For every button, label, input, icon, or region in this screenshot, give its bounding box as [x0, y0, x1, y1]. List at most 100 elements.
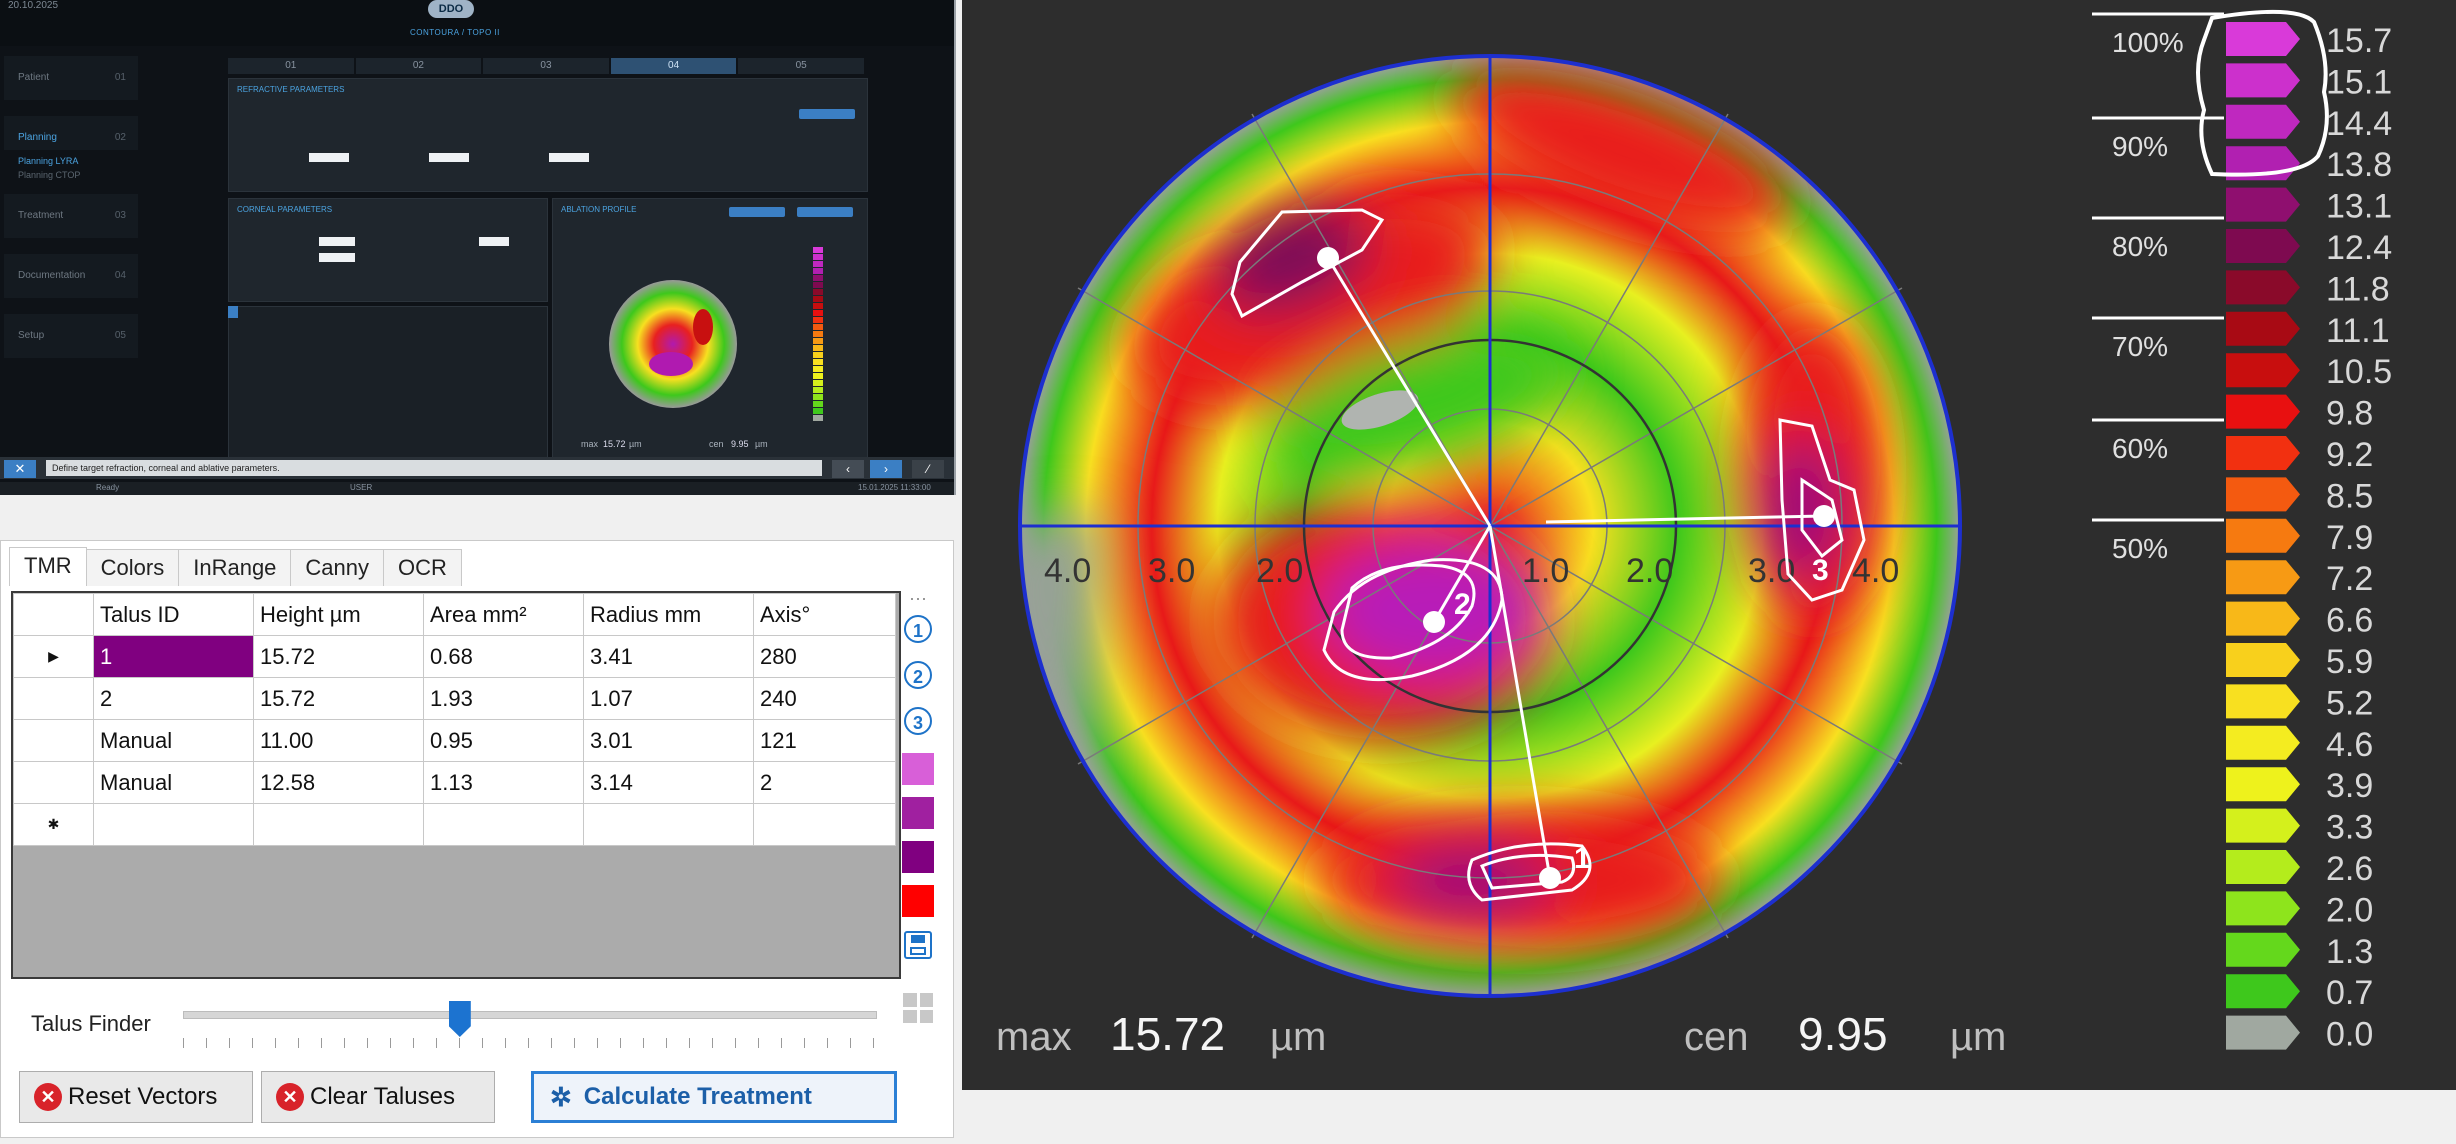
mini-legend-swatch [813, 331, 823, 337]
mini-legend-swatch [813, 317, 823, 323]
clear-taluses-button[interactable]: ✕ Clear Taluses [261, 1071, 495, 1123]
table-cell-empty[interactable] [753, 803, 896, 846]
device-refractive-button[interactable] [799, 109, 855, 119]
talus-point-2[interactable] [1423, 611, 1445, 633]
row-header[interactable] [13, 677, 94, 720]
new-row-marker[interactable]: ✱ [13, 803, 94, 846]
save-icon[interactable] [904, 931, 932, 959]
device-side-patient[interactable]: Patient 01 [4, 56, 138, 100]
table-cell[interactable]: 121 [753, 719, 896, 762]
reset-vectors-button[interactable]: ✕ Reset Vectors [19, 1071, 253, 1123]
table-cell[interactable]: 0.68 [423, 635, 584, 678]
tab-canny[interactable]: Canny [290, 549, 385, 586]
device-step[interactable]: 01 [228, 58, 354, 74]
table-cell[interactable]: Manual [93, 719, 254, 762]
device-field[interactable] [549, 153, 589, 162]
column-header-area[interactable]: Area mm² [423, 593, 584, 636]
table-cell-empty[interactable] [253, 803, 424, 846]
device-step[interactable]: 03 [483, 58, 609, 74]
more-icon[interactable]: ··· [901, 589, 935, 607]
mini-legend-swatch [813, 359, 823, 365]
talus-point-4[interactable] [1813, 505, 1835, 527]
tab-tmr[interactable]: TMR [9, 547, 87, 586]
calculate-treatment-button[interactable]: ✲ Calculate Treatment [531, 1071, 897, 1123]
max-unit: µm [1270, 1015, 1326, 1059]
table-cell[interactable]: 15.72 [253, 635, 424, 678]
table-cell-empty[interactable] [583, 803, 754, 846]
device-step[interactable]: 02 [355, 58, 482, 74]
talus-3-button[interactable]: 3 [904, 707, 932, 735]
device-field[interactable] [429, 153, 469, 162]
max-label: max [996, 1015, 1072, 1059]
table-cell-empty[interactable] [423, 803, 584, 846]
table-cell[interactable]: 1 [93, 635, 254, 678]
talus-point-3[interactable] [1539, 867, 1561, 889]
color-swatch-magenta[interactable] [902, 797, 934, 829]
talus-2-button[interactable]: 2 [904, 661, 932, 689]
new-row[interactable]: ✱ [13, 803, 896, 846]
talus-grid[interactable]: Talus ID Height µm Area mm² Radius mm Ax… [11, 591, 901, 979]
device-field[interactable] [319, 253, 355, 262]
talus-finder-thumb[interactable] [448, 1001, 471, 1037]
table-cell[interactable]: 0.95 [423, 719, 584, 762]
color-swatch-red[interactable] [902, 885, 934, 917]
table-cell[interactable]: 1.13 [423, 761, 584, 804]
device-cancel-button[interactable]: ✕ [4, 460, 36, 478]
current-row-marker[interactable]: ▶ [13, 635, 94, 678]
table-row[interactable]: 2 15.72 1.93 1.07 240 [13, 677, 896, 720]
color-swatch-purple[interactable] [902, 841, 934, 873]
device-step-current[interactable]: 04 [610, 58, 737, 74]
talus-finder-ticks [183, 1038, 875, 1048]
row-header[interactable] [13, 761, 94, 804]
device-next-button[interactable]: › [870, 460, 902, 478]
color-swatch-light-magenta[interactable] [902, 753, 934, 785]
table-cell[interactable]: 15.72 [253, 677, 424, 720]
mini-legend-swatch [813, 303, 823, 309]
table-row[interactable]: Manual 11.00 0.95 3.01 121 [13, 719, 896, 762]
table-cell[interactable]: 1.93 [423, 677, 584, 720]
tab-colors[interactable]: Colors [85, 549, 180, 586]
tab-inrange[interactable]: InRange [178, 549, 292, 586]
table-row[interactable]: ▶ 1 15.72 0.68 3.41 280 [13, 635, 896, 678]
grid-icon[interactable] [903, 993, 933, 1023]
device-field[interactable] [319, 237, 355, 246]
ablation-map[interactable]: 4.0 3.0 2.0 1.0 2.0 3.0 4.0 2 1 3 max 15… [962, 0, 2456, 1144]
talus-1-button[interactable]: 1 [904, 615, 932, 643]
row-header[interactable] [13, 719, 94, 762]
device-side-documentation[interactable]: Documentation 04 [4, 254, 138, 298]
tab-ocr[interactable]: OCR [383, 549, 462, 586]
gear-icon: ✲ [550, 1081, 572, 1112]
table-cell-empty[interactable] [93, 803, 254, 846]
device-side-treatment[interactable]: Treatment 03 [4, 194, 138, 238]
table-cell[interactable]: 11.00 [253, 719, 424, 762]
table-cell[interactable]: 2 [93, 677, 254, 720]
table-cell[interactable]: 240 [753, 677, 896, 720]
device-back-button[interactable]: ‹ [832, 460, 864, 478]
table-row[interactable]: Manual 12.58 1.13 3.14 2 [13, 761, 896, 804]
table-cell[interactable]: 12.58 [253, 761, 424, 804]
table-cell[interactable]: 1.07 [583, 677, 754, 720]
device-step[interactable]: 05 [738, 58, 864, 74]
table-cell[interactable]: 3.41 [583, 635, 754, 678]
talus-point-1[interactable] [1317, 247, 1339, 269]
column-header-height[interactable]: Height µm [253, 593, 424, 636]
column-header-axis[interactable]: Axis° [753, 593, 896, 636]
table-cell[interactable]: Manual [93, 761, 254, 804]
legend-value: 11.8 [2326, 270, 2390, 308]
device-sub-planning-ctop[interactable]: Planning CTOP [4, 168, 138, 182]
device-side-planning[interactable]: Planning 02 [4, 116, 138, 150]
device-side-setup[interactable]: Setup 05 [4, 314, 138, 358]
table-cell[interactable]: 2 [753, 761, 896, 804]
device-cen-value: 9.95 [731, 439, 749, 449]
column-header-talus-id[interactable]: Talus ID [93, 593, 254, 636]
column-header-radius[interactable]: Radius mm [583, 593, 754, 636]
device-field[interactable] [309, 153, 349, 162]
device-field[interactable] [479, 237, 509, 246]
talus-finder-track[interactable] [183, 1011, 877, 1019]
table-cell[interactable]: 3.01 [583, 719, 754, 762]
table-cell[interactable]: 280 [753, 635, 896, 678]
mini-legend-swatch [813, 401, 823, 407]
legend-value: 13.8 [2326, 146, 2392, 184]
table-cell[interactable]: 3.14 [583, 761, 754, 804]
device-bottom-bar: Ready USER 15.01.2025 11:33:00 [0, 482, 954, 495]
